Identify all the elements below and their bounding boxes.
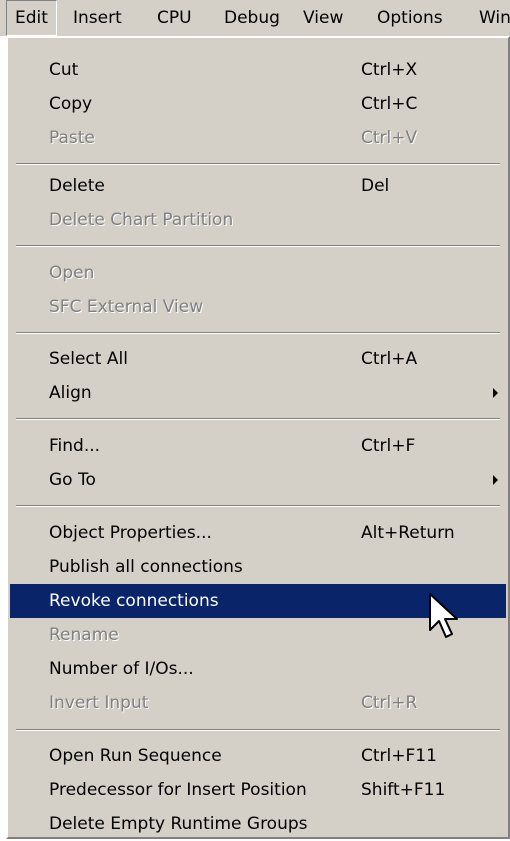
menu-item-label: Go To (49, 470, 96, 490)
menu-item-delete-empty-runtime-groups[interactable]: Delete Empty Runtime Groups (10, 807, 506, 841)
menu-item-label: Publish all connections (49, 557, 243, 577)
menu-item-sfc-external-view: SFC External View (10, 290, 506, 324)
mouse-cursor-icon (429, 593, 458, 638)
menu-item-label: SFC External View (49, 297, 204, 317)
menu-insert[interactable]: Insert (64, 0, 131, 36)
menu-item-delete-chart-partition: Delete Chart Partition (10, 203, 506, 237)
menu-item-label: Delete Chart Partition (49, 210, 234, 230)
menu-item-number-of-ios[interactable]: Number of I/Os... (10, 652, 506, 686)
menu-separator (16, 332, 500, 334)
menu-item-invert-input: Invert Input Ctrl+R (10, 686, 506, 720)
menu-item-label: Find... (49, 436, 101, 456)
menu-separator (16, 163, 500, 165)
menu-options[interactable]: Options (368, 0, 452, 36)
menu-item-select-all[interactable]: Select All Ctrl+A (10, 342, 506, 376)
menu-item-publish-all-connections[interactable]: Publish all connections (10, 550, 506, 584)
menu-item-label: Copy (49, 94, 93, 114)
menu-item-paste: Paste Ctrl+V (10, 121, 506, 155)
menu-separator (16, 505, 500, 507)
menu-item-shortcut: Del (361, 176, 390, 196)
menu-item-label: Predecessor for Insert Position (49, 780, 307, 800)
menu-item-label: Select All (49, 349, 128, 369)
menu-item-find[interactable]: Find... Ctrl+F (10, 429, 506, 463)
menu-cpu[interactable]: CPU (148, 0, 201, 36)
menu-item-open: Open (10, 256, 506, 290)
menu-item-label: Open Run Sequence (49, 746, 222, 766)
menu-item-shortcut: Ctrl+F (361, 436, 416, 456)
menu-item-label: Revoke connections (49, 591, 219, 611)
menu-item-label: Invert Input (49, 693, 149, 713)
menu-item-label: Paste (49, 128, 95, 148)
menu-item-label: Delete Empty Runtime Groups (49, 814, 308, 834)
menu-item-label: Rename (49, 625, 119, 645)
menu-item-label: Cut (49, 60, 79, 80)
menu-item-go-to[interactable]: Go To (10, 463, 506, 497)
menu-item-shortcut: Ctrl+A (361, 349, 418, 369)
menu-item-shortcut: Ctrl+F11 (361, 746, 437, 766)
edit-dropdown-menu: Cut Ctrl+X Copy Ctrl+C Paste Ctrl+V Dele… (6, 36, 510, 839)
menu-window[interactable]: Win (470, 0, 510, 36)
menu-item-shortcut: Ctrl+X (361, 60, 418, 80)
menu-view[interactable]: View (294, 0, 352, 36)
menu-item-shortcut: Alt+Return (361, 523, 455, 543)
menu-item-label: Object Properties... (49, 523, 212, 543)
menu-item-label: Delete (49, 176, 105, 196)
menu-item-delete[interactable]: Delete Del (10, 169, 506, 203)
menu-separator (16, 245, 500, 247)
menu-item-object-properties[interactable]: Object Properties... Alt+Return (10, 516, 506, 550)
menu-item-shortcut: Ctrl+V (361, 128, 418, 148)
menu-edit[interactable]: Edit (6, 0, 57, 36)
menu-item-open-run-sequence[interactable]: Open Run Sequence Ctrl+F11 (10, 739, 506, 773)
submenu-arrow-icon (493, 475, 498, 485)
menu-separator (16, 729, 500, 731)
menu-item-shortcut: Ctrl+R (361, 693, 418, 713)
menu-item-predecessor-insert-position[interactable]: Predecessor for Insert Position Shift+F1… (10, 773, 506, 807)
menu-item-cut[interactable]: Cut Ctrl+X (10, 53, 506, 87)
menu-bar: Edit Insert CPU Debug View Options Win (0, 0, 510, 36)
menu-item-shortcut: Ctrl+C (361, 94, 418, 114)
menu-separator (16, 418, 500, 420)
menu-item-copy[interactable]: Copy Ctrl+C (10, 87, 506, 121)
menu-item-label: Align (49, 383, 92, 403)
menu-debug[interactable]: Debug (215, 0, 289, 36)
menu-item-shortcut: Shift+F11 (361, 780, 446, 800)
submenu-arrow-icon (493, 388, 498, 398)
menu-item-label: Open (49, 263, 95, 283)
menu-item-align[interactable]: Align (10, 376, 506, 410)
menu-item-label: Number of I/Os... (49, 659, 194, 679)
